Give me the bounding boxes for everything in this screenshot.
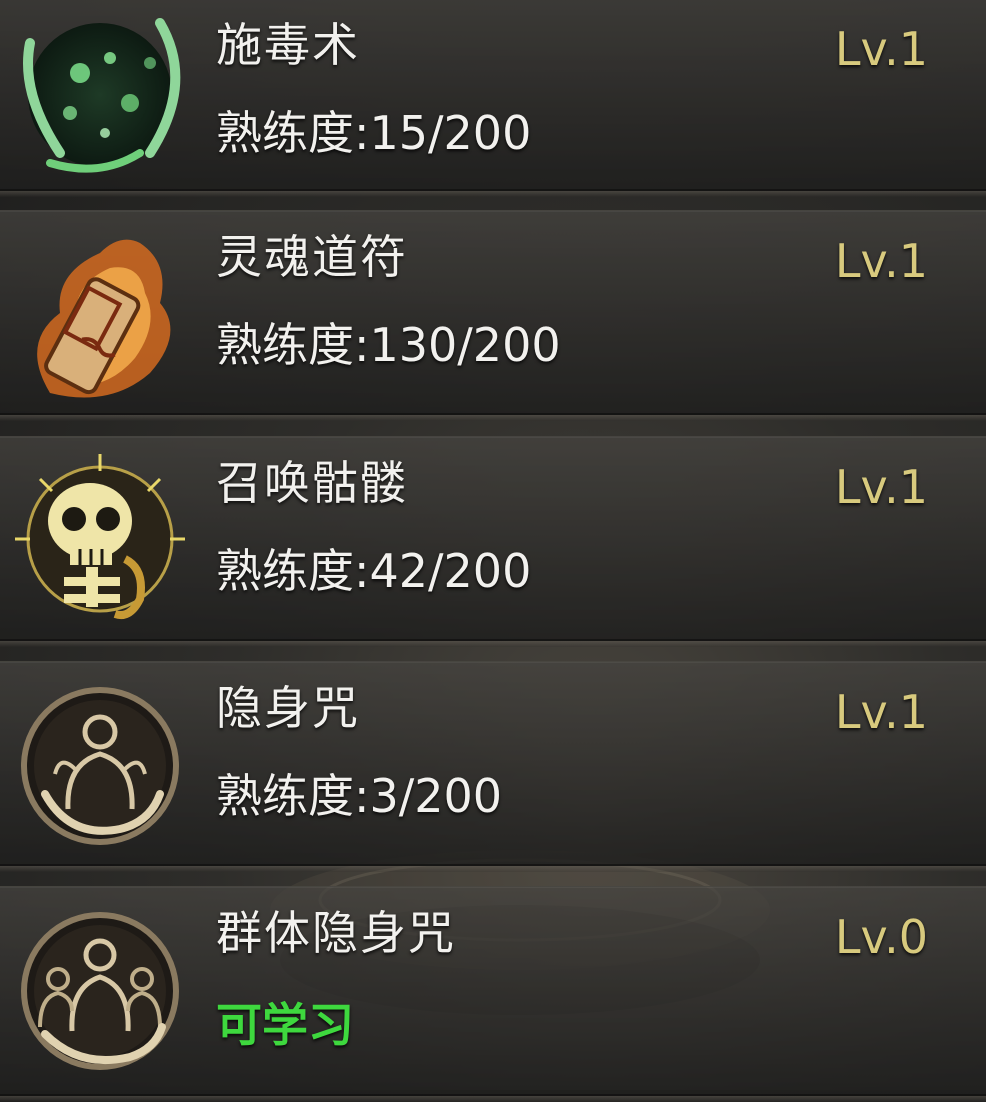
poison-orb-icon bbox=[10, 3, 190, 183]
skill-row-invisibility[interactable]: 隐身咒 Lv.1 熟练度:3/200 bbox=[0, 661, 986, 872]
proficiency-label: 熟练度: bbox=[216, 318, 370, 372]
group-invisibility-icon bbox=[10, 899, 190, 1079]
skill-name: 施毒术 bbox=[216, 18, 360, 72]
skill-name: 群体隐身咒 bbox=[216, 906, 456, 960]
skill-proficiency: 熟练度:130/200 bbox=[216, 317, 561, 373]
proficiency-value: 130/200 bbox=[369, 318, 561, 372]
skill-level: Lv.1 bbox=[834, 234, 928, 288]
skill-row-poison[interactable]: 施毒术 Lv.1 熟练度:15/200 bbox=[0, 0, 986, 197]
skill-level: Lv.1 bbox=[834, 685, 928, 739]
skill-row-summon-skeleton[interactable]: 召唤骷髅 Lv.1 熟练度:42/200 bbox=[0, 436, 986, 647]
skill-row-group-invisibility[interactable]: 群体隐身咒 Lv.0 可学习 bbox=[0, 886, 986, 1102]
skill-name: 隐身咒 bbox=[216, 681, 360, 735]
skill-row-soul-talisman[interactable]: 灵魂道符 Lv.1 熟练度:130/200 bbox=[0, 210, 986, 421]
proficiency-label: 熟练度: bbox=[216, 106, 370, 160]
skill-level: Lv.1 bbox=[834, 460, 928, 514]
skill-proficiency: 熟练度:3/200 bbox=[216, 768, 502, 824]
learnable-status: 可学习 bbox=[216, 998, 354, 1052]
skill-level: Lv.0 bbox=[834, 910, 928, 964]
proficiency-value: 15/200 bbox=[369, 106, 532, 160]
skill-level: Lv.1 bbox=[834, 22, 928, 76]
proficiency-value: 42/200 bbox=[369, 544, 532, 598]
skill-proficiency: 熟练度:42/200 bbox=[216, 543, 531, 599]
skeleton-skull-icon bbox=[10, 449, 190, 629]
skill-proficiency: 熟练度:15/200 bbox=[216, 105, 531, 161]
invisibility-figure-icon bbox=[10, 674, 190, 854]
proficiency-label: 熟练度: bbox=[216, 544, 370, 598]
proficiency-label: 熟练度: bbox=[216, 769, 370, 823]
skill-name: 灵魂道符 bbox=[216, 230, 408, 284]
proficiency-value: 3/200 bbox=[369, 769, 503, 823]
skill-name: 召唤骷髅 bbox=[216, 456, 408, 510]
skill-list: 施毒术 Lv.1 熟练度:15/200 灵魂道符 Lv.1 熟练度:130/20… bbox=[0, 0, 986, 1102]
burning-talisman-icon bbox=[10, 223, 190, 403]
